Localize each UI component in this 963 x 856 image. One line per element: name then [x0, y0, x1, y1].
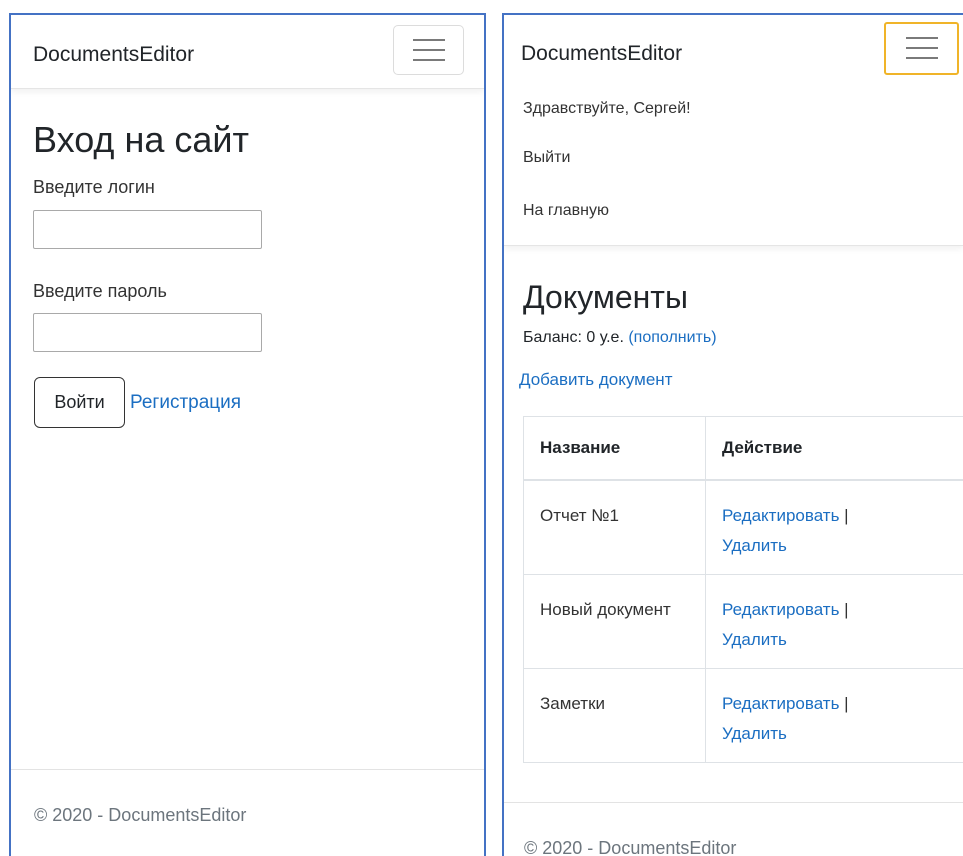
add-document-link[interactable]: Добавить документ: [519, 370, 672, 390]
password-input[interactable]: [33, 313, 262, 352]
footer-copyright: © 2020 - DocumentsEditor: [524, 838, 737, 856]
table-row: Заметки Редактировать | Удалить: [523, 667, 963, 763]
balance-line: Баланс: 0 у.е. (пополнить): [523, 329, 717, 347]
documents-table: Название Действие Отчет №1 Редактировать…: [523, 416, 963, 763]
delete-link[interactable]: Удалить: [722, 630, 787, 649]
logout-link[interactable]: Выйти: [523, 149, 570, 167]
footer-divider: [504, 802, 963, 803]
separator: |: [844, 599, 849, 619]
navbar-expanded: DocumentsEditor Здравствуйте, Сергей! Вы…: [504, 15, 963, 246]
actions-cell: Редактировать | Удалить: [705, 667, 963, 763]
actions-cell: Редактировать | Удалить: [705, 573, 963, 669]
page-title: Документы: [523, 279, 688, 315]
delete-link[interactable]: Удалить: [722, 536, 787, 555]
document-name-cell: Заметки: [523, 667, 706, 763]
document-name-cell: Новый документ: [523, 573, 706, 669]
actions-cell: Редактировать | Удалить: [705, 479, 963, 575]
navbar: DocumentsEditor: [11, 15, 484, 89]
register-link[interactable]: Регистрация: [130, 392, 241, 414]
brand-link[interactable]: DocumentsEditor: [33, 43, 194, 67]
topup-link[interactable]: (пополнить): [628, 329, 716, 346]
table-header-row: Название Действие: [523, 416, 963, 481]
greeting-link[interactable]: Здравствуйте, Сергей!: [523, 100, 691, 118]
footer-copyright: © 2020 - DocumentsEditor: [34, 805, 247, 825]
column-header-action: Действие: [705, 416, 963, 481]
login-button[interactable]: Войти: [34, 377, 125, 428]
home-link[interactable]: На главную: [523, 202, 609, 220]
brand-link[interactable]: DocumentsEditor: [521, 42, 682, 66]
page-title: Вход на сайт: [33, 119, 249, 160]
navbar-toggler-button[interactable]: [393, 25, 464, 75]
navbar-toggler-button[interactable]: [884, 22, 959, 75]
login-label: Введите логин: [33, 177, 155, 197]
password-label: Введите пароль: [33, 281, 167, 301]
document-name-cell: Отчет №1: [523, 479, 706, 575]
separator: |: [844, 693, 849, 713]
table-row: Отчет №1 Редактировать | Удалить: [523, 479, 963, 575]
balance-text: Баланс: 0 у.е.: [523, 329, 624, 346]
edit-link[interactable]: Редактировать: [722, 600, 839, 619]
edit-link[interactable]: Редактировать: [722, 694, 839, 713]
login-input[interactable]: [33, 210, 262, 249]
separator: |: [844, 506, 849, 525]
table-row: Новый документ Редактировать | Удалить: [523, 573, 963, 669]
edit-link[interactable]: Редактировать: [722, 506, 839, 525]
footer-divider: [11, 769, 484, 770]
documents-page-panel: DocumentsEditor Здравствуйте, Сергей! Вы…: [502, 13, 963, 856]
login-page-panel: DocumentsEditor Вход на сайт Введите лог…: [9, 13, 486, 856]
column-header-name: Название: [523, 416, 706, 481]
delete-link[interactable]: Удалить: [722, 724, 787, 743]
